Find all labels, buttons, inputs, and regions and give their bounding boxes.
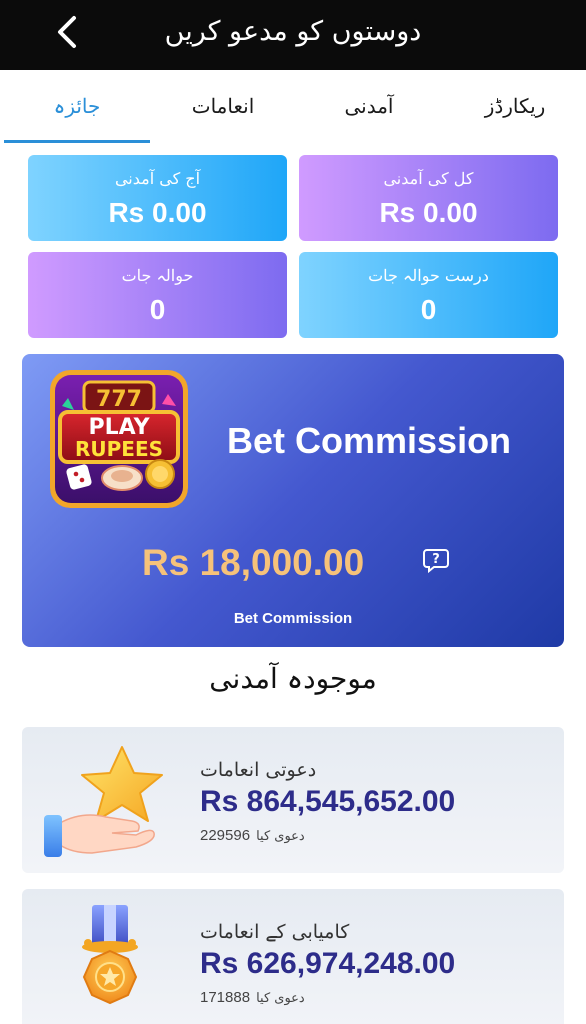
achievement-rewards-claimed: 171888 دعوی کیا: [200, 989, 305, 1006]
today-income-card: آج کی آمدنی Rs 0.00: [28, 155, 287, 241]
invitation-rewards-title: دعوتی انعامات: [200, 759, 317, 781]
claimed-count: 171888: [200, 989, 251, 1006]
referrals-label: حوالہ جات: [121, 266, 194, 285]
valid-referrals-value: 0: [420, 294, 437, 325]
tab-records[interactable]: ریکارڈز: [442, 94, 586, 118]
referrals-card: حوالہ جات 0: [28, 252, 287, 338]
tab-bar: جائزہ انعامات آمدنی ریکارڈز: [0, 70, 586, 146]
bet-commission-subtitle: Bet Commission: [233, 610, 353, 627]
logo-slots-text: 777: [96, 387, 142, 412]
invitation-rewards-claimed: 229596 دعوی کیا: [200, 827, 305, 844]
bet-commission-amount: Rs 18,000.00: [142, 542, 365, 583]
app-header: دوستوں کو مدعو کریں: [0, 0, 586, 70]
question-bubble-icon: ?: [423, 549, 449, 574]
bet-commission-title: Bet Commission: [227, 420, 512, 461]
invitation-rewards-amount: Rs 864,545,652.00: [200, 785, 456, 818]
claimed-label: دعوی کیا: [256, 829, 305, 844]
help-button[interactable]: ?: [422, 546, 450, 574]
logo-rupees-text: RUPEES: [75, 437, 163, 461]
valid-referrals-label: درست حوالہ جات: [368, 266, 489, 285]
tab-income[interactable]: آمدنی: [296, 94, 442, 118]
star-hand-icon: [32, 737, 182, 867]
active-tab-indicator: [4, 140, 150, 143]
valid-referrals-card: درست حوالہ جات 0: [299, 252, 558, 338]
referrals-value: 0: [149, 294, 166, 325]
invitation-rewards-card: دعوتی انعامات Rs 864,545,652.00 229596 دع…: [22, 727, 564, 873]
total-income-card: کل کی آمدنی Rs 0.00: [299, 155, 558, 241]
achievement-rewards-title: کامیابی کے انعامات: [200, 921, 350, 943]
claimed-label: دعوی کیا: [256, 991, 305, 1006]
total-income-label: کل کی آمدنی: [383, 169, 474, 188]
tab-rewards[interactable]: انعامات: [150, 94, 296, 118]
achievement-rewards-card: کامیابی کے انعامات Rs 626,974,248.00 171…: [22, 889, 564, 1024]
current-income-heading: موجودہ آمدنی: [209, 662, 377, 695]
svg-text:?: ?: [432, 552, 440, 567]
today-income-value: Rs 0.00: [108, 197, 207, 228]
claimed-count: 229596: [200, 827, 251, 844]
medal-icon: [32, 899, 182, 1024]
today-income-label: آج کی آمدنی: [114, 169, 201, 188]
tab-overview[interactable]: جائزہ: [4, 94, 150, 118]
achievement-rewards-amount: Rs 626,974,248.00: [200, 947, 456, 980]
play-rupees-logo: 777 PLAY RUPEES: [50, 370, 188, 508]
page-title: دوستوں کو مدعو کریں: [164, 16, 422, 47]
bet-commission-card: 777 PLAY RUPEES Bet Commission Rs 18,000…: [22, 354, 564, 647]
total-income-value: Rs 0.00: [379, 197, 478, 228]
